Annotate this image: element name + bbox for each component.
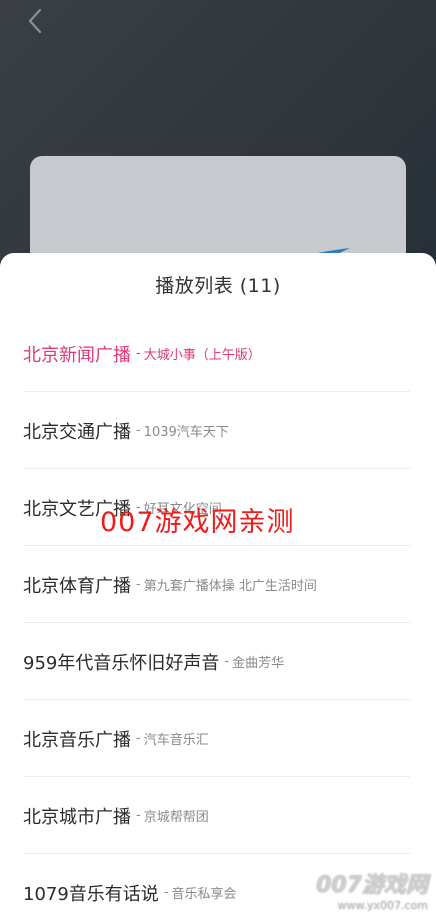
- station-name: 北京交通广播: [23, 421, 131, 443]
- watermark-url: www.yx007.com: [337, 899, 428, 912]
- separator: -: [163, 885, 169, 900]
- playlist-item[interactable]: 北京新闻广播 - 大城小事（上午版）: [0, 315, 436, 392]
- separator: -: [136, 808, 141, 823]
- chevron-left-icon: [28, 8, 42, 34]
- watermark-overlay-text: 007游戏网亲测: [100, 507, 295, 538]
- program-name: 汽车音乐汇: [143, 733, 209, 748]
- station-name: 1079音乐有话说: [23, 883, 159, 905]
- back-button[interactable]: [22, 6, 48, 36]
- playlist-item[interactable]: 959年代音乐怀旧好声音 - 金曲芳华: [0, 623, 436, 700]
- separator: -: [224, 654, 230, 669]
- program-name: 大城小事（上午版）: [143, 348, 261, 363]
- station-name: 北京城市广播: [23, 806, 131, 828]
- station-name: 北京音乐广播: [23, 729, 131, 751]
- playlist-item[interactable]: 北京城市广播 - 京城帮帮团: [0, 777, 436, 854]
- program-name: 京城帮帮团: [143, 810, 209, 825]
- separator: -: [136, 423, 141, 438]
- watermark-logo: 007游戏网: [316, 873, 428, 898]
- station-name: 959年代音乐怀旧好声音: [23, 652, 220, 674]
- station-name: 北京新闻广播: [23, 344, 131, 366]
- playlist-item[interactable]: 北京交通广播 -1039汽车天下: [0, 392, 436, 469]
- program-name: 金曲芳华: [232, 656, 285, 671]
- program-name: 1039汽车天下: [143, 425, 229, 440]
- corner-watermark: 007游戏网 www.yx007.com: [316, 867, 428, 912]
- playlist-item[interactable]: 北京体育广播 - 第九套广播体操 北广生活时间: [0, 546, 436, 623]
- playlist-item[interactable]: 北京音乐广播 - 汽车音乐汇: [0, 700, 436, 777]
- station-name: 北京体育广播: [23, 575, 131, 597]
- program-name: 音乐私享会: [171, 887, 237, 902]
- separator: -: [136, 346, 141, 361]
- playlist-title: 播放列表 (11): [155, 274, 281, 297]
- separator: -: [136, 731, 141, 746]
- program-name: 第九套广播体操 北广生活时间: [143, 579, 317, 594]
- playlist-sheet: 播放列表 (11) 北京新闻广播 - 大城小事（上午版） 北京交通广播 -1039汽车天…: [0, 253, 436, 916]
- separator: -: [136, 577, 141, 592]
- playlist: 北京新闻广播 - 大城小事（上午版） 北京交通广播 -1039汽车天下 北京文艺广播 - 好耳…: [0, 315, 436, 916]
